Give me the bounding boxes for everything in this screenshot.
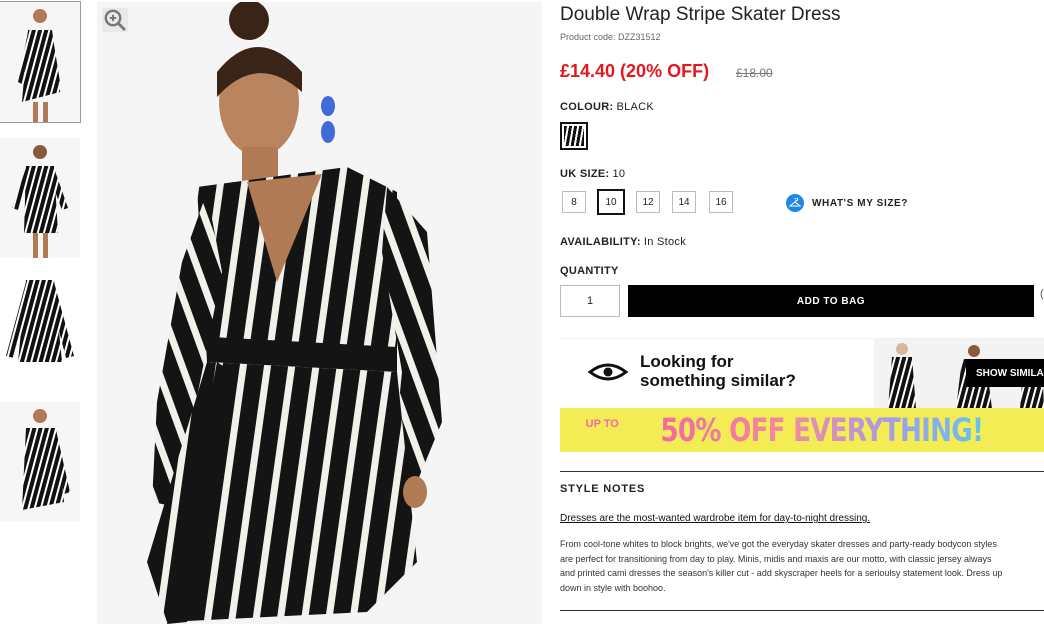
zoom-icon bbox=[104, 9, 126, 31]
size-option-16[interactable]: 16 bbox=[709, 191, 733, 213]
size-option-8[interactable]: 8 bbox=[562, 191, 586, 213]
thumbnail-1[interactable] bbox=[0, 1, 81, 123]
similar-items-banner[interactable]: Looking for something similar? SHOW SIMI… bbox=[560, 338, 1044, 409]
product-title: Double Wrap Stripe Skater Dress bbox=[560, 4, 841, 25]
similar-text: Looking for something similar? bbox=[640, 352, 796, 390]
whats-my-size-label: WHAT'S MY SIZE? bbox=[812, 197, 909, 209]
similar-line-1: Looking for bbox=[640, 352, 734, 371]
availability-value: In Stock bbox=[643, 236, 687, 248]
show-similar-button[interactable]: SHOW SIMILA bbox=[966, 359, 1044, 387]
size-option-12[interactable]: 12 bbox=[636, 191, 660, 213]
eye-icon bbox=[588, 363, 628, 381]
main-product-image[interactable] bbox=[97, 2, 542, 624]
thumbnail-image bbox=[0, 402, 80, 522]
thumbnail-image bbox=[0, 266, 80, 386]
product-details-panel: Double Wrap Stripe Skater Dress Product … bbox=[560, 0, 1044, 624]
model-photo bbox=[97, 2, 542, 624]
size-label: UK SIZE: bbox=[560, 168, 610, 180]
hanger-icon bbox=[786, 194, 804, 212]
colour-swatch-black[interactable] bbox=[560, 122, 588, 150]
size-option-10[interactable]: 10 bbox=[597, 189, 625, 215]
similar-line-2: something similar? bbox=[640, 371, 796, 390]
style-notes-title: STYLE NOTES bbox=[560, 483, 646, 495]
colour-label: COLOUR: bbox=[560, 101, 614, 113]
zoom-button[interactable] bbox=[102, 8, 128, 32]
divider-bottom bbox=[560, 610, 1044, 611]
colour-row: COLOUR: BLACK bbox=[560, 101, 654, 113]
promo-upto: UP TO bbox=[585, 417, 619, 430]
swatch-pattern bbox=[564, 126, 584, 146]
availability-label: AVAILABILITY: bbox=[560, 236, 641, 248]
thumbnail-image bbox=[0, 2, 80, 122]
style-notes-body: From cool-tone whites to block brights, … bbox=[560, 539, 1003, 593]
quantity-label-text: QUANTITY bbox=[560, 265, 619, 277]
whats-my-size-link[interactable]: WHAT'S MY SIZE? bbox=[786, 194, 908, 212]
thumbnail-4[interactable] bbox=[0, 402, 80, 522]
size-row: UK SIZE: 10 bbox=[560, 168, 625, 180]
divider-top bbox=[560, 471, 1044, 472]
promo-text: 50% OFF EVERYTHING! bbox=[660, 411, 983, 449]
thumbnail-3[interactable] bbox=[0, 266, 80, 386]
original-price: £18.00 bbox=[736, 66, 773, 80]
add-to-bag-button[interactable]: ADD TO BAG bbox=[628, 285, 1034, 317]
thumbnail-2[interactable] bbox=[0, 138, 80, 258]
availability-row: AVAILABILITY: In Stock bbox=[560, 236, 686, 248]
current-price: £14.40 (20% OFF) bbox=[560, 61, 710, 81]
wishlist-fragment[interactable]: ( bbox=[1040, 288, 1044, 300]
colour-value: BLACK bbox=[616, 101, 655, 113]
thumbnail-image bbox=[0, 138, 80, 258]
product-code: Product code: DZZ31512 bbox=[560, 32, 661, 42]
quantity-input[interactable] bbox=[560, 285, 620, 317]
style-notes-link[interactable]: Dresses are the most-wanted wardrobe ite… bbox=[560, 513, 870, 524]
quantity-label: QUANTITY bbox=[560, 265, 619, 277]
size-option-14[interactable]: 14 bbox=[672, 191, 696, 213]
promo-banner[interactable]: UP TO 50% OFF EVERYTHING! bbox=[560, 408, 1044, 452]
size-value: 10 bbox=[612, 168, 626, 180]
